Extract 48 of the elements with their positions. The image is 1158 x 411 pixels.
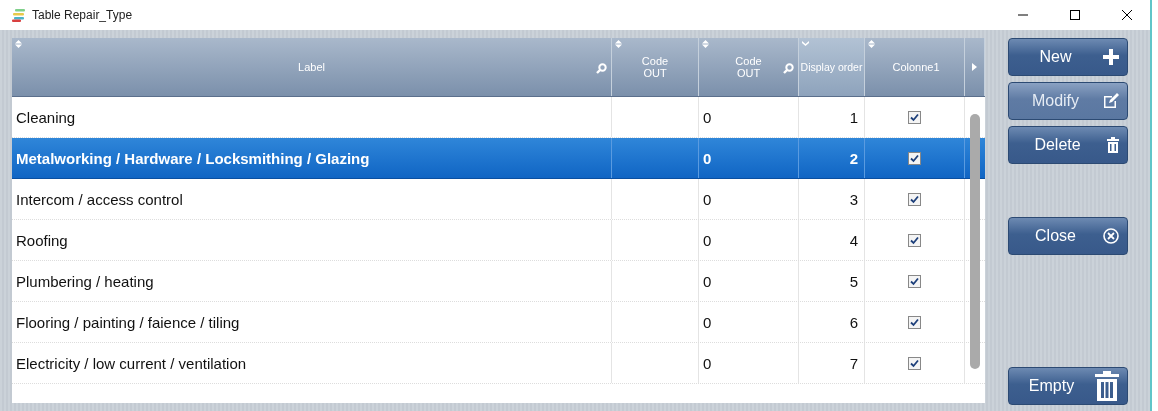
checkbox[interactable] xyxy=(908,151,921,165)
close-icon xyxy=(1102,228,1119,244)
checkbox[interactable] xyxy=(908,315,921,329)
delete-button[interactable]: Delete xyxy=(1007,126,1128,164)
table-cell: 0 xyxy=(703,313,712,331)
table-cell: 1 xyxy=(849,108,858,126)
checkbox[interactable] xyxy=(908,192,921,206)
table-cell: 0 xyxy=(703,190,712,208)
table-cell: Roofing xyxy=(16,231,68,249)
table-cell: 6 xyxy=(849,313,858,331)
window-title: Table Repair_Type xyxy=(32,8,134,22)
app-logo-icon xyxy=(12,8,26,22)
table-cell: Electricity / low current / ventilation xyxy=(16,354,247,372)
table-cell: 2 xyxy=(849,149,858,167)
table-cell: 4 xyxy=(849,231,858,249)
sort-icon[interactable] xyxy=(15,40,22,48)
table-cell: 0 xyxy=(703,108,712,126)
table-cell: Plumbering / heating xyxy=(16,272,154,290)
table-cell: 5 xyxy=(849,272,858,290)
table-cell: 0 xyxy=(703,272,712,290)
table-cell: Metalworking / Hardware / Locksmithing / Glazing xyxy=(16,149,370,167)
table-cell: 7 xyxy=(849,354,858,372)
table-row[interactable]: Metalworking / Hardware / Locksmithing / Glazing 0 2 xyxy=(12,138,985,179)
edit-icon xyxy=(1102,93,1119,109)
trash-icon xyxy=(1106,137,1119,153)
checkbox[interactable] xyxy=(908,274,921,288)
sort-icon[interactable] xyxy=(868,40,875,48)
checkbox[interactable] xyxy=(908,233,921,247)
table-cell: 0 xyxy=(703,354,712,372)
table-cell: 0 xyxy=(703,149,712,167)
plus-icon xyxy=(1102,49,1119,65)
table-cell: 3 xyxy=(849,190,858,208)
sort-down-icon[interactable] xyxy=(802,40,809,48)
table-cell: 0 xyxy=(703,231,712,249)
empty-button[interactable]: Empty xyxy=(1007,367,1128,405)
table-cell: Cleaning xyxy=(16,108,76,126)
new-button[interactable]: New xyxy=(1007,38,1128,76)
scrollbar[interactable] xyxy=(970,114,980,369)
close-button[interactable]: Close xyxy=(1007,217,1128,255)
sort-icon[interactable] xyxy=(615,40,622,48)
sort-icon[interactable] xyxy=(702,40,709,48)
search-icon[interactable] xyxy=(596,63,607,74)
table-cell: Flooring / painting / faience / tiling xyxy=(16,313,240,331)
trash-icon xyxy=(1094,371,1119,401)
checkbox[interactable] xyxy=(908,356,921,370)
checkbox[interactable] xyxy=(908,110,921,124)
table-cell: Intercom / access control xyxy=(16,190,183,208)
search-icon[interactable] xyxy=(783,63,794,74)
